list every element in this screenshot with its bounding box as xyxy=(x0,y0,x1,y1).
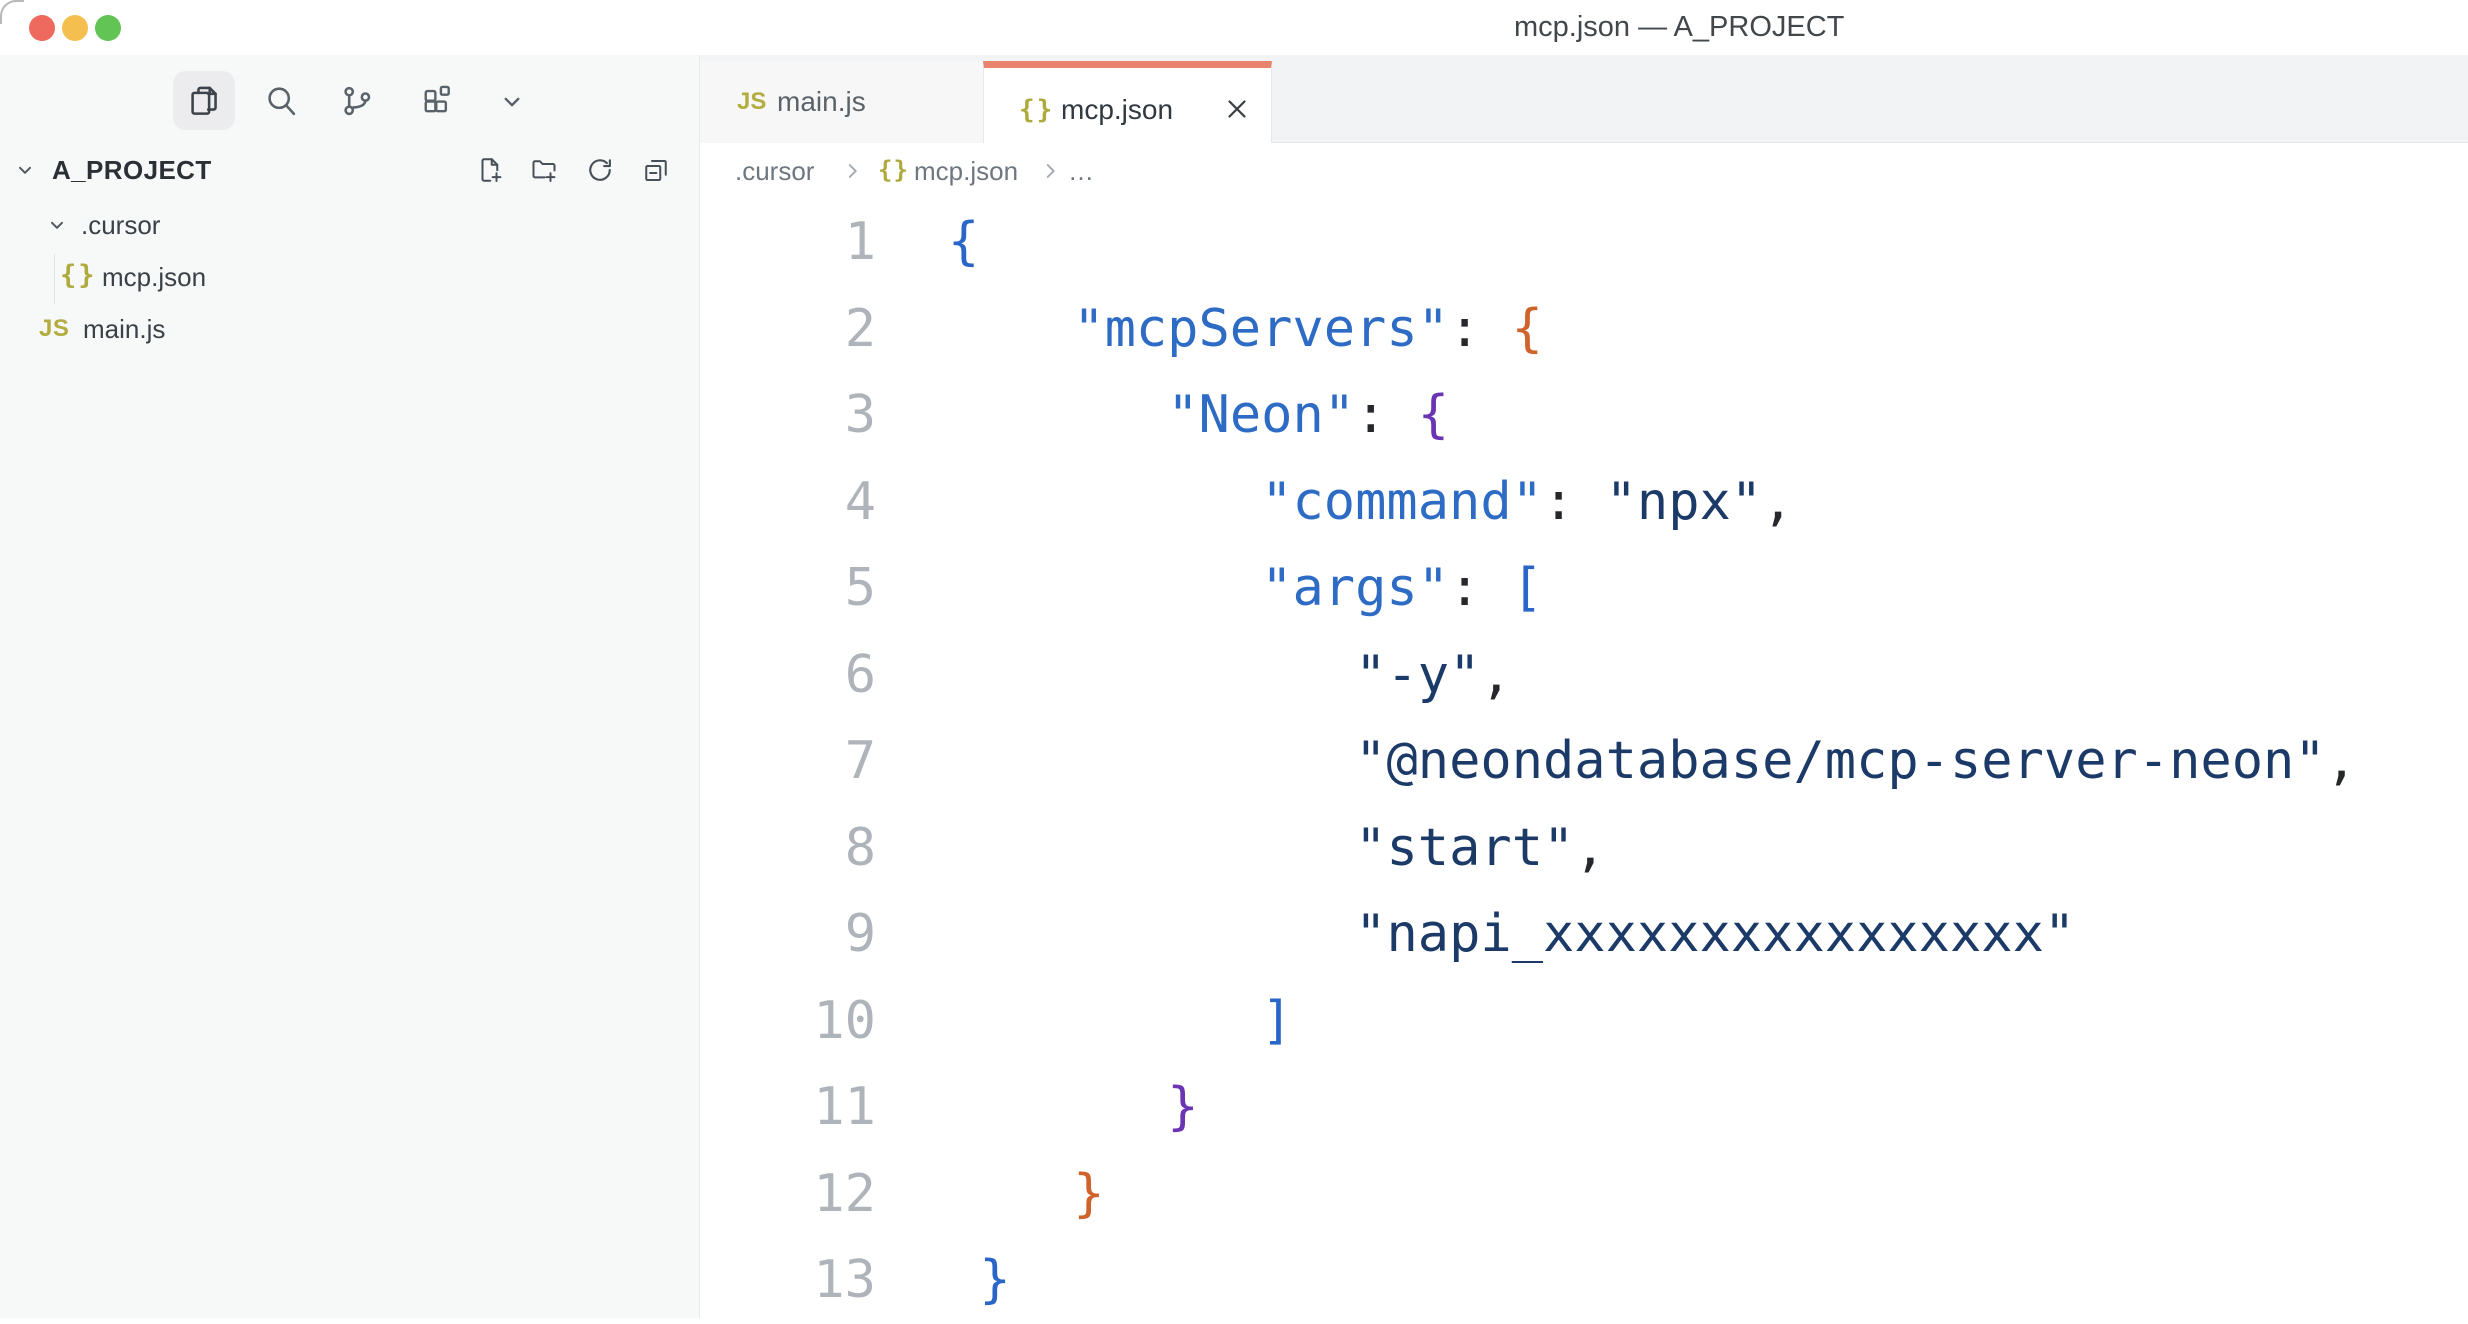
tab-label: mcp.json xyxy=(1061,68,1173,151)
source-control-icon[interactable] xyxy=(339,83,375,119)
code-line[interactable]: 9 "napi_xxxxxxxxxxxxxxxx" xyxy=(700,891,2468,978)
javascript-file-icon: JS xyxy=(39,303,69,355)
code-line[interactable]: 7 "@neondatabase/mcp-server-neon", xyxy=(700,718,2468,805)
chevron-down-icon[interactable] xyxy=(13,158,37,182)
code-line[interactable]: 12} xyxy=(700,1151,2468,1238)
sidebar-more-chevron-down-icon[interactable] xyxy=(497,87,527,117)
project-root-label: A_PROJECT xyxy=(52,144,212,196)
line-number: 6 xyxy=(700,645,876,705)
sidebar: A_PROJECT xyxy=(0,55,700,1318)
close-tab-icon[interactable] xyxy=(1222,94,1252,124)
json-file-icon: {} xyxy=(1019,68,1054,151)
code-line[interactable]: 3 "Neon": { xyxy=(700,372,2468,459)
javascript-file-icon: JS xyxy=(737,61,766,143)
code-line[interactable]: 10] xyxy=(700,978,2468,1065)
line-number: 2 xyxy=(700,299,876,359)
line-number: 8 xyxy=(700,818,876,878)
code-content: } xyxy=(1073,1164,1104,1224)
file-label: mcp.json xyxy=(102,251,206,303)
collapse-folders-icon[interactable] xyxy=(641,155,671,185)
code-content: "start", xyxy=(1355,818,1605,878)
close-window-button[interactable] xyxy=(29,15,55,41)
explorer-root-row[interactable]: A_PROJECT xyxy=(0,144,699,196)
tab-bar: JS main.js {} mcp.json xyxy=(700,55,2468,143)
breadcrumb-item-ellipsis[interactable]: … xyxy=(1068,143,1094,199)
line-number: 9 xyxy=(700,904,876,964)
code-content: "napi_xxxxxxxxxxxxxxxx" xyxy=(1355,904,2075,964)
code-line[interactable]: 13} xyxy=(700,1237,2468,1324)
line-number: 11 xyxy=(700,1077,876,1137)
line-number: 13 xyxy=(700,1250,876,1310)
code-line[interactable]: 11} xyxy=(700,1064,2468,1151)
code-line[interactable]: 5 "args": [ xyxy=(700,545,2468,632)
tab-mcp-json[interactable]: {} mcp.json xyxy=(983,61,1272,151)
breadcrumb-item-mcp-json[interactable]: mcp.json xyxy=(914,143,1018,199)
code-content: "args": [ xyxy=(1261,558,1543,618)
line-number: 5 xyxy=(700,558,876,618)
code-content: "-y", xyxy=(1355,645,1512,705)
code-content: "@neondatabase/mcp-server-neon", xyxy=(1355,731,2357,791)
breadcrumb: .cursor {} mcp.json … xyxy=(700,143,2468,199)
chevron-right-icon xyxy=(1038,158,1064,184)
code-line[interactable]: 4 "command": "npx", xyxy=(700,459,2468,546)
new-folder-icon[interactable] xyxy=(529,155,559,185)
code-content: "mcpServers": { xyxy=(1073,299,1543,359)
line-number: 1 xyxy=(700,212,876,272)
sidebar-item-mcp-json[interactable]: {} mcp.json xyxy=(0,251,699,303)
window-title: mcp.json — A_PROJECT xyxy=(1514,0,1844,55)
sidebar-item-cursor-folder[interactable]: .cursor xyxy=(0,199,699,251)
file-label: main.js xyxy=(83,303,165,355)
minimize-window-button[interactable] xyxy=(62,15,88,41)
code-content: ] xyxy=(1261,991,1292,1051)
sidebar-item-main-js[interactable]: JS main.js xyxy=(0,303,699,355)
code-content: } xyxy=(1167,1077,1198,1137)
code-line[interactable]: 6 "-y", xyxy=(700,632,2468,719)
tab-label: main.js xyxy=(777,61,866,143)
line-number: 4 xyxy=(700,472,876,532)
line-number: 3 xyxy=(700,385,876,445)
new-file-icon[interactable] xyxy=(475,155,505,185)
explorer-files-icon[interactable] xyxy=(186,83,222,119)
code-content: "Neon": { xyxy=(1167,385,1449,445)
tab-main-js[interactable]: JS main.js xyxy=(700,61,984,143)
chevron-down-icon[interactable] xyxy=(45,213,69,237)
line-number: 10 xyxy=(700,991,876,1051)
json-file-icon: {} xyxy=(878,143,909,199)
chevron-right-icon xyxy=(840,158,866,184)
search-icon[interactable] xyxy=(263,83,299,119)
refresh-explorer-icon[interactable] xyxy=(585,155,615,185)
zoom-window-button[interactable] xyxy=(95,15,121,41)
line-number: 12 xyxy=(700,1164,876,1224)
title-bar: mcp.json — A_PROJECT xyxy=(0,0,2468,56)
code-line[interactable]: 1{ xyxy=(700,199,2468,286)
code-editor[interactable]: 1{2"mcpServers": {3"Neon": {4"command": … xyxy=(700,199,2468,1318)
code-content: "command": "npx", xyxy=(1261,472,1793,532)
code-line[interactable]: 8 "start", xyxy=(700,805,2468,892)
json-file-icon: {} xyxy=(60,251,97,303)
folder-label: .cursor xyxy=(81,199,160,251)
line-number: 7 xyxy=(700,731,876,791)
code-content: { xyxy=(948,212,979,272)
code-line[interactable]: 2 "mcpServers": { xyxy=(700,286,2468,373)
breadcrumb-item-cursor[interactable]: .cursor xyxy=(735,143,814,199)
code-content: } xyxy=(979,1250,1010,1310)
extensions-icon[interactable] xyxy=(419,83,455,119)
